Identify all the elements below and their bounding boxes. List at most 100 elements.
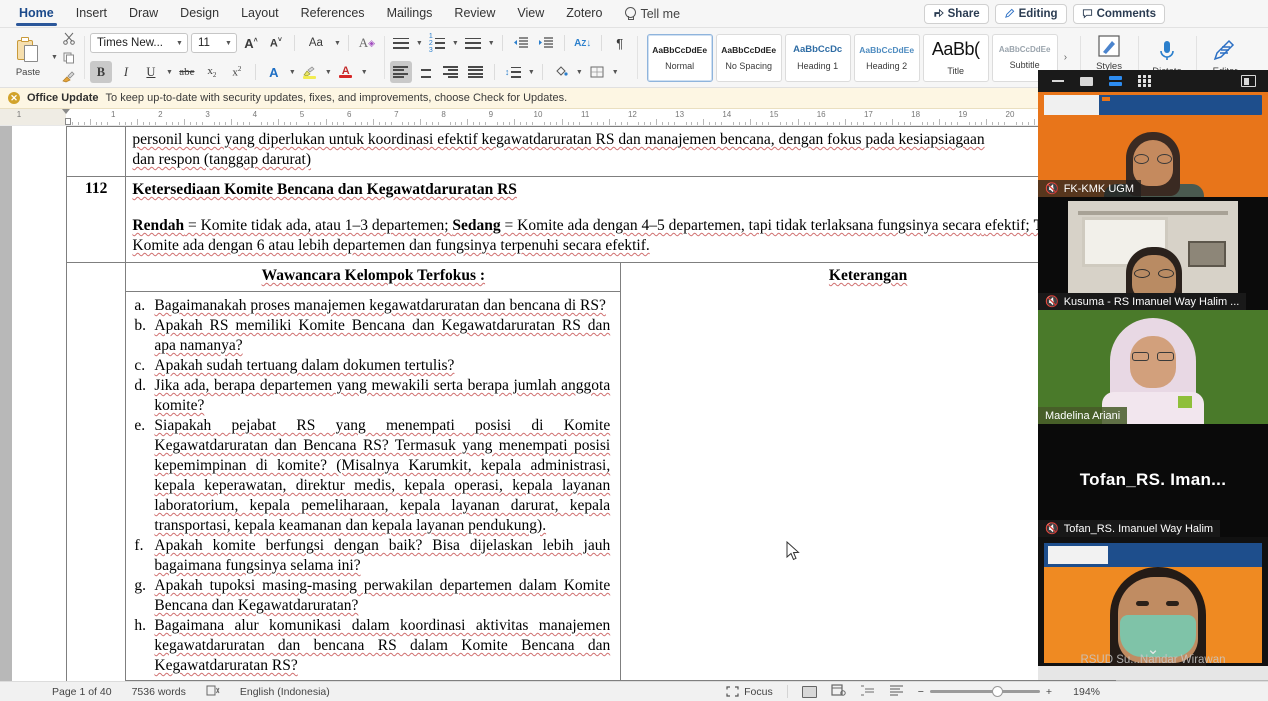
- align-left-button[interactable]: [389, 61, 412, 83]
- popout-icon[interactable]: [1241, 75, 1268, 87]
- participant-tile-3[interactable]: Madelina Ariani: [1038, 310, 1268, 424]
- style-no-spacing[interactable]: AaBbCcDdEe No Spacing: [715, 33, 782, 82]
- tab-design[interactable]: Design: [169, 0, 230, 28]
- list-item[interactable]: b. Apakah RS memiliki Komite Bencana dan …: [128, 316, 610, 356]
- style-title[interactable]: AaBb( Title: [922, 33, 989, 82]
- copy-button[interactable]: [60, 49, 78, 67]
- grow-font-button[interactable]: A˄: [240, 32, 262, 54]
- document-body[interactable]: personil kunci yang diperlukan untuk koo…: [65, 126, 1116, 681]
- style-heading-2[interactable]: AaBbCcDdEe Heading 2: [853, 33, 920, 82]
- font-name-select[interactable]: Times New... ▼: [89, 33, 188, 53]
- multilevel-caret[interactable]: ▼: [488, 40, 495, 47]
- style-normal[interactable]: AaBbCcDdEe Normal: [646, 33, 713, 82]
- style-heading-1[interactable]: AaBbCcDc Heading 1: [784, 33, 851, 82]
- outline-view-button[interactable]: [860, 684, 875, 699]
- shading-button[interactable]: [550, 61, 572, 83]
- bullets-button[interactable]: [390, 32, 412, 54]
- clear-formatting-button[interactable]: A ◈: [356, 32, 378, 54]
- paste-button[interactable]: Paste: [6, 36, 50, 78]
- tab-layout[interactable]: Layout: [230, 0, 290, 28]
- underline-button[interactable]: U: [140, 61, 162, 83]
- borders-caret[interactable]: ▼: [612, 69, 619, 76]
- web-layout-view-button[interactable]: [831, 683, 846, 700]
- continued-paragraph-cell[interactable]: personil kunci yang diperlukan untuk koo…: [125, 126, 1116, 177]
- single-view-icon[interactable]: [1080, 76, 1093, 86]
- zoom-in-button[interactable]: +: [1046, 686, 1052, 698]
- list-item[interactable]: f. Apakah komite berfungsi dengan baik? B…: [128, 536, 610, 576]
- cut-button[interactable]: [60, 30, 78, 48]
- text-effects-button[interactable]: A: [263, 61, 285, 83]
- minimize-icon[interactable]: [1052, 80, 1064, 82]
- list-item[interactable]: a. Bagaimanakah proses manajemen kegawatd…: [128, 296, 610, 316]
- strikethrough-button[interactable]: abe: [176, 61, 198, 83]
- underline-caret[interactable]: ▼: [166, 69, 173, 76]
- increase-indent-button[interactable]: [535, 32, 557, 54]
- share-button[interactable]: Share: [923, 3, 989, 24]
- numbering-caret[interactable]: ▼: [452, 40, 459, 47]
- fgd-heading-cell[interactable]: Wawancara Kelompok Terfokus :: [125, 262, 622, 292]
- tab-view[interactable]: View: [506, 0, 555, 28]
- list-item[interactable]: g. Apakah tupoksi masing-masing perwakila…: [128, 576, 610, 616]
- speaker-view-icon[interactable]: [1109, 75, 1122, 87]
- paste-dropdown-caret[interactable]: ▼: [51, 54, 58, 61]
- justify-button[interactable]: [465, 61, 487, 83]
- editing-button[interactable]: Editing: [994, 3, 1067, 24]
- list-item[interactable]: d. Jika ada, berapa departemen yang mewak…: [128, 376, 610, 416]
- print-layout-view-button[interactable]: [801, 685, 817, 698]
- change-case-button[interactable]: Aa: [302, 32, 330, 54]
- participant-tile-1[interactable]: 🔇 FK-KMK UGM: [1038, 92, 1268, 197]
- participant-tile-4[interactable]: Tofan_RS. Iman... 🔇 Tofan_RS. Imanuel Wa…: [1038, 424, 1268, 537]
- borders-button[interactable]: [586, 61, 608, 83]
- multilevel-list-button[interactable]: [462, 32, 484, 54]
- zoom-out-button[interactable]: −: [918, 686, 924, 698]
- line-spacing-button[interactable]: ↕: [502, 61, 524, 83]
- fgd-items-cell[interactable]: a. Bagaimanakah proses manajemen kegawatd…: [125, 291, 622, 681]
- list-item[interactable]: c. Apakah sudah tertuang dalam dokumen te…: [128, 356, 610, 376]
- draft-view-button[interactable]: [889, 684, 904, 699]
- tab-references[interactable]: References: [290, 0, 376, 28]
- tab-review[interactable]: Review: [443, 0, 506, 28]
- font-size-select[interactable]: 11 ▼: [190, 33, 237, 53]
- focus-button[interactable]: Focus: [726, 686, 773, 698]
- gallery-view-icon[interactable]: [1138, 74, 1151, 88]
- list-item[interactable]: h. Bagaimana alur komunikasi dalam koordi…: [128, 616, 610, 676]
- language-indicator[interactable]: English (Indonesia): [240, 686, 330, 698]
- italic-button[interactable]: I: [115, 61, 137, 83]
- font-color-button[interactable]: A: [335, 61, 357, 83]
- numbering-button[interactable]: 123: [426, 32, 448, 54]
- zoom-meeting-window[interactable]: 🔇 FK-KMK UGM 🔇 Kusuma - RS Imanuel Way H…: [1038, 70, 1268, 680]
- change-case-caret[interactable]: ▼: [334, 40, 341, 47]
- row-112-content-cell[interactable]: Ketersediaan Komite Bencana dan Kegawatd…: [125, 176, 1116, 263]
- bullets-caret[interactable]: ▼: [416, 40, 423, 47]
- align-center-button[interactable]: [415, 61, 437, 83]
- shrink-font-button[interactable]: A˅: [265, 32, 287, 54]
- participant-tile-5[interactable]: RSUD Su...Nandar Wirawan ⌄: [1038, 537, 1268, 680]
- tab-mailings[interactable]: Mailings: [376, 0, 444, 28]
- subscript-button[interactable]: x2: [201, 61, 223, 83]
- zoom-percent[interactable]: 194%: [1066, 686, 1100, 698]
- align-right-button[interactable]: [440, 61, 462, 83]
- tab-insert[interactable]: Insert: [65, 0, 118, 28]
- spelling-check-icon[interactable]: [206, 685, 220, 699]
- styles-more-button[interactable]: ›: [1061, 52, 1070, 63]
- sort-button[interactable]: AZ↓: [572, 32, 594, 54]
- zoom-slider[interactable]: − +: [918, 686, 1052, 698]
- list-item[interactable]: e. Siapakah pejabat RS yang menempati pos…: [128, 416, 610, 536]
- tab-draw[interactable]: Draw: [118, 0, 169, 28]
- indent-marker[interactable]: [62, 109, 71, 125]
- participant-tile-2[interactable]: 🔇 Kusuma - RS Imanuel Way Halim ...: [1038, 197, 1268, 310]
- tab-zotero[interactable]: Zotero: [555, 0, 613, 28]
- zoom-track[interactable]: [929, 686, 1040, 697]
- tab-home[interactable]: Home: [8, 0, 65, 28]
- superscript-button[interactable]: x2: [226, 61, 248, 83]
- document-page[interactable]: personil kunci yang diperlukan untuk koo…: [12, 126, 1116, 681]
- highlight-caret[interactable]: ▼: [325, 69, 332, 76]
- decrease-indent-button[interactable]: [510, 32, 532, 54]
- comments-button[interactable]: Comments: [1072, 3, 1165, 24]
- line-spacing-caret[interactable]: ▼: [528, 69, 535, 76]
- show-formatting-marks-button[interactable]: ¶: [609, 32, 631, 54]
- chevron-down-icon[interactable]: ⌄: [1147, 640, 1160, 658]
- word-count[interactable]: 7536 words: [132, 686, 186, 698]
- tell-me-search[interactable]: Tell me: [613, 0, 691, 28]
- text-highlight-button[interactable]: [299, 61, 321, 83]
